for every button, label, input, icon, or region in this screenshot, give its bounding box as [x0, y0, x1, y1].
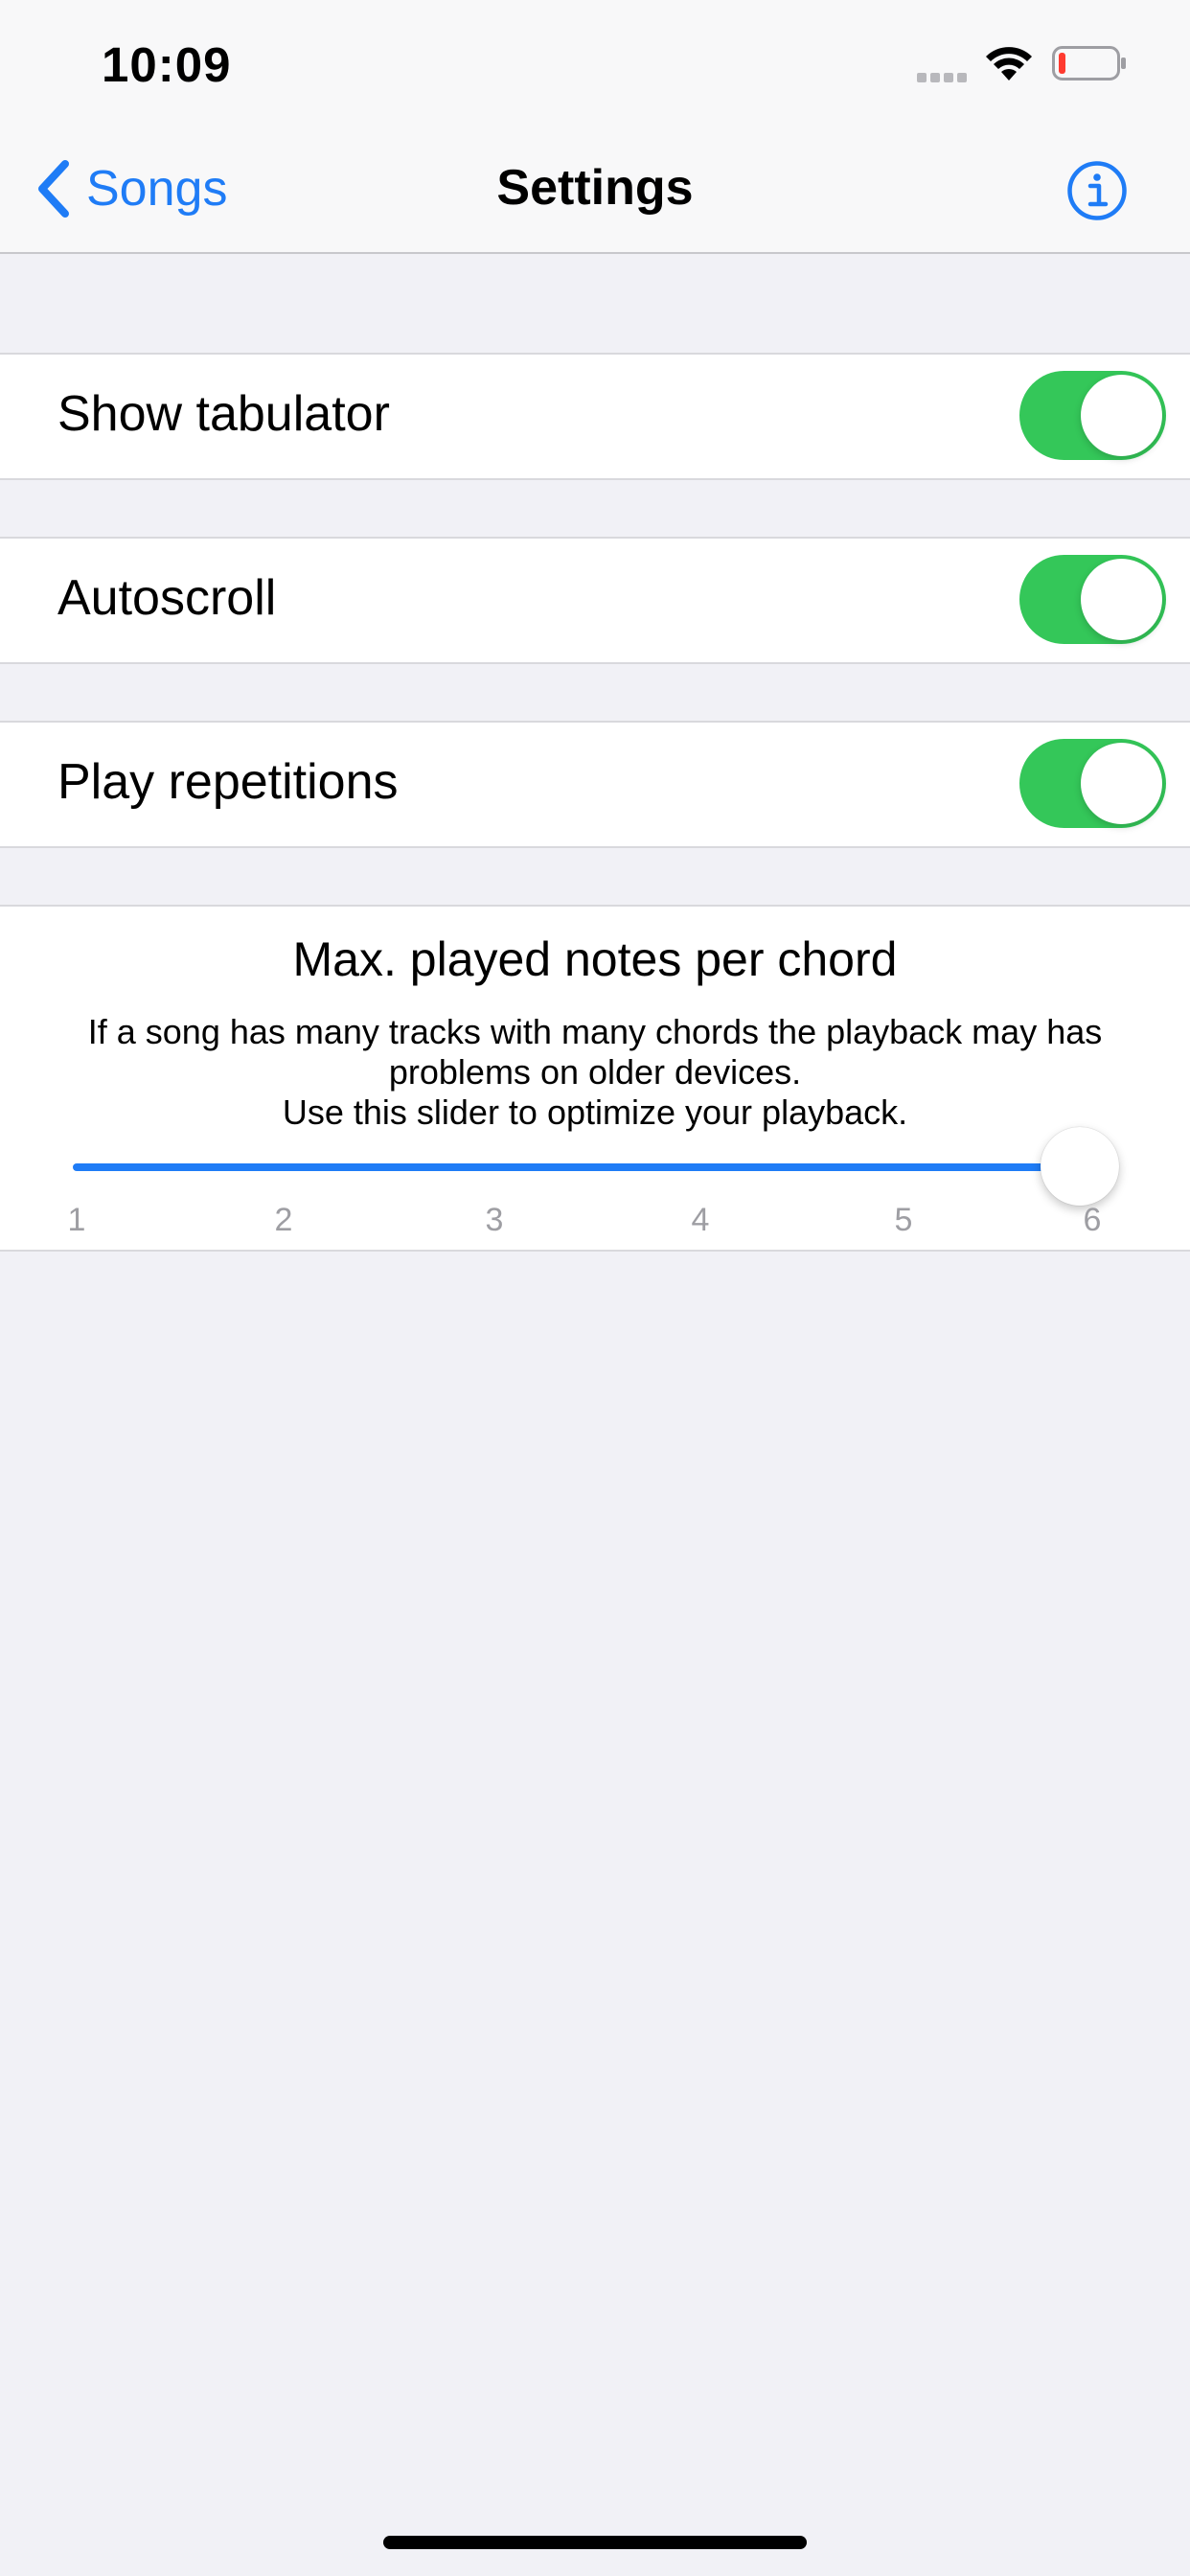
signal-icon	[917, 70, 971, 82]
setting-label: Autoscroll	[57, 570, 277, 626]
toggle-knob	[1081, 375, 1162, 456]
slider-tick-label: 4	[691, 1202, 710, 1238]
setting-label: Show tabulator	[57, 386, 390, 442]
navigation-bar: Songs Settings	[0, 126, 1190, 254]
toggle-knob	[1081, 743, 1162, 824]
slider-tick-label: 5	[894, 1202, 913, 1238]
slider-description-line: If a song has many tracks with many chor…	[87, 1012, 1103, 1051]
slider-tick-label: 2	[274, 1202, 293, 1238]
setting-row-play-repetitions: Play repetitions	[0, 721, 1190, 848]
slider-tick-label: 6	[1083, 1202, 1102, 1238]
slider-tick-label: 1	[67, 1202, 86, 1238]
slider-tick-label: 3	[485, 1202, 504, 1238]
show-tabulator-toggle[interactable]	[1019, 371, 1166, 460]
play-repetitions-toggle[interactable]	[1019, 739, 1166, 828]
slider-description-line: Use this slider to optimize your playbac…	[282, 1092, 908, 1132]
slider-description-line: problems on older devices.	[388, 1052, 802, 1092]
toggle-knob	[1081, 559, 1162, 640]
wifi-icon	[986, 47, 1032, 80]
slider-title: Max. played notes per chord	[292, 932, 898, 986]
battery-icon	[1052, 46, 1126, 80]
slider-thumb[interactable]	[1041, 1127, 1119, 1206]
slider-track[interactable]	[73, 1163, 1079, 1171]
home-indicator[interactable]	[383, 2536, 807, 2549]
setting-row-autoscroll: Autoscroll	[0, 537, 1190, 664]
setting-label: Play repetitions	[57, 754, 399, 810]
autoscroll-toggle[interactable]	[1019, 555, 1166, 644]
setting-row-show-tabulator: Show tabulator	[0, 353, 1190, 480]
status-time: 10:09	[102, 37, 232, 92]
max-notes-slider-section: Max. played notes per chord If a song ha…	[0, 905, 1190, 1252]
slider-description: If a song has many tracks with many chor…	[38, 1012, 1152, 1133]
info-icon[interactable]	[1066, 160, 1128, 221]
status-bar: 10:09	[0, 0, 1190, 126]
page-title: Settings	[496, 160, 694, 216]
